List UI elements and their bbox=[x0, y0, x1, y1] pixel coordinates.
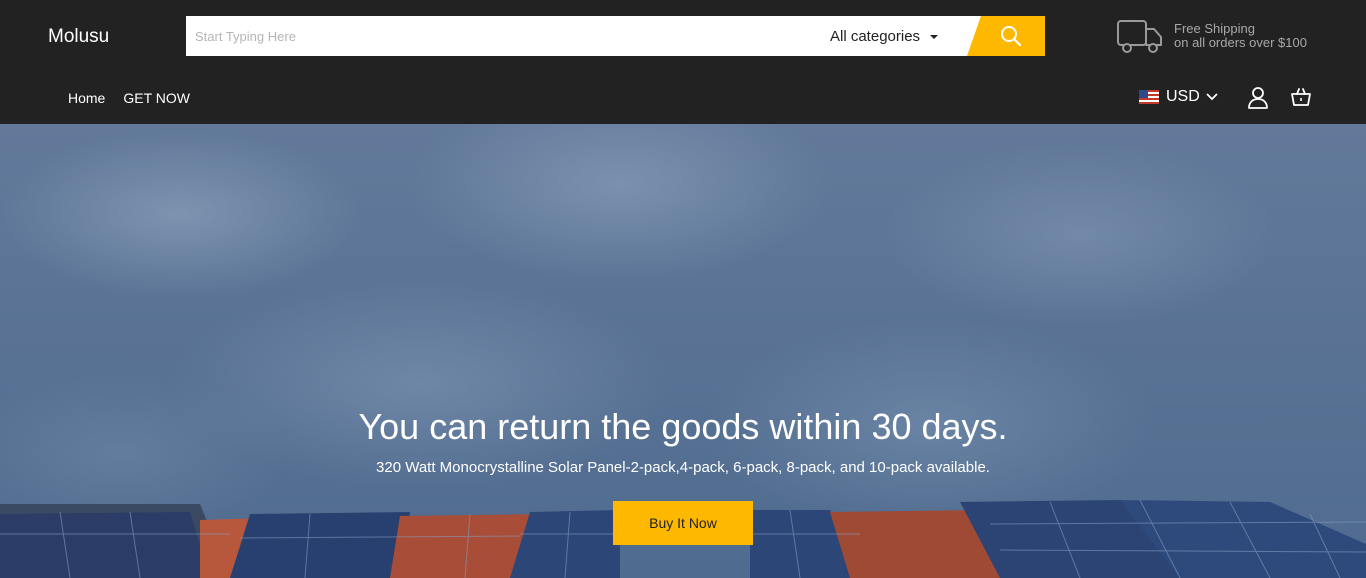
hero-subtitle: 320 Watt Monocrystalline Solar Panel-2-p… bbox=[376, 459, 990, 476]
truck-icon bbox=[1117, 20, 1162, 53]
search-button[interactable] bbox=[967, 16, 1045, 56]
search-icon bbox=[1001, 26, 1022, 47]
nav-item-get-now[interactable]: GET NOW bbox=[123, 90, 190, 106]
main-nav: Home GET NOW bbox=[68, 90, 208, 106]
us-flag-icon bbox=[1139, 90, 1159, 104]
chevron-down-icon bbox=[1206, 93, 1218, 101]
hero-banner: You can return the goods within 30 days.… bbox=[0, 124, 1366, 578]
currency-selector[interactable]: USD bbox=[1139, 88, 1218, 106]
shipping-line-2: on all orders over $100 bbox=[1174, 35, 1307, 50]
currency-label: USD bbox=[1166, 88, 1200, 105]
account-button[interactable] bbox=[1247, 86, 1269, 115]
search-bar: All categories bbox=[186, 16, 1045, 56]
shipping-text: Free Shipping on all orders over $100 bbox=[1174, 22, 1307, 50]
category-dropdown[interactable]: All categories bbox=[830, 16, 960, 56]
cart-button[interactable] bbox=[1290, 86, 1312, 113]
site-header: Molusu All categories Free Shipping on a… bbox=[0, 0, 1366, 124]
basket-icon bbox=[1291, 88, 1311, 106]
site-logo[interactable]: Molusu bbox=[48, 26, 109, 48]
buy-it-now-button[interactable]: Buy It Now bbox=[613, 501, 753, 545]
nav-item-home[interactable]: Home bbox=[68, 90, 105, 106]
caret-down-icon bbox=[930, 34, 939, 39]
category-dropdown-label: All categories bbox=[830, 27, 921, 45]
hero-title: You can return the goods within 30 days. bbox=[358, 406, 1008, 447]
search-input[interactable] bbox=[186, 16, 806, 56]
user-icon bbox=[1248, 87, 1268, 109]
shipping-line-1: Free Shipping bbox=[1174, 21, 1255, 36]
free-shipping-notice: Free Shipping on all orders over $100 bbox=[1116, 18, 1307, 54]
